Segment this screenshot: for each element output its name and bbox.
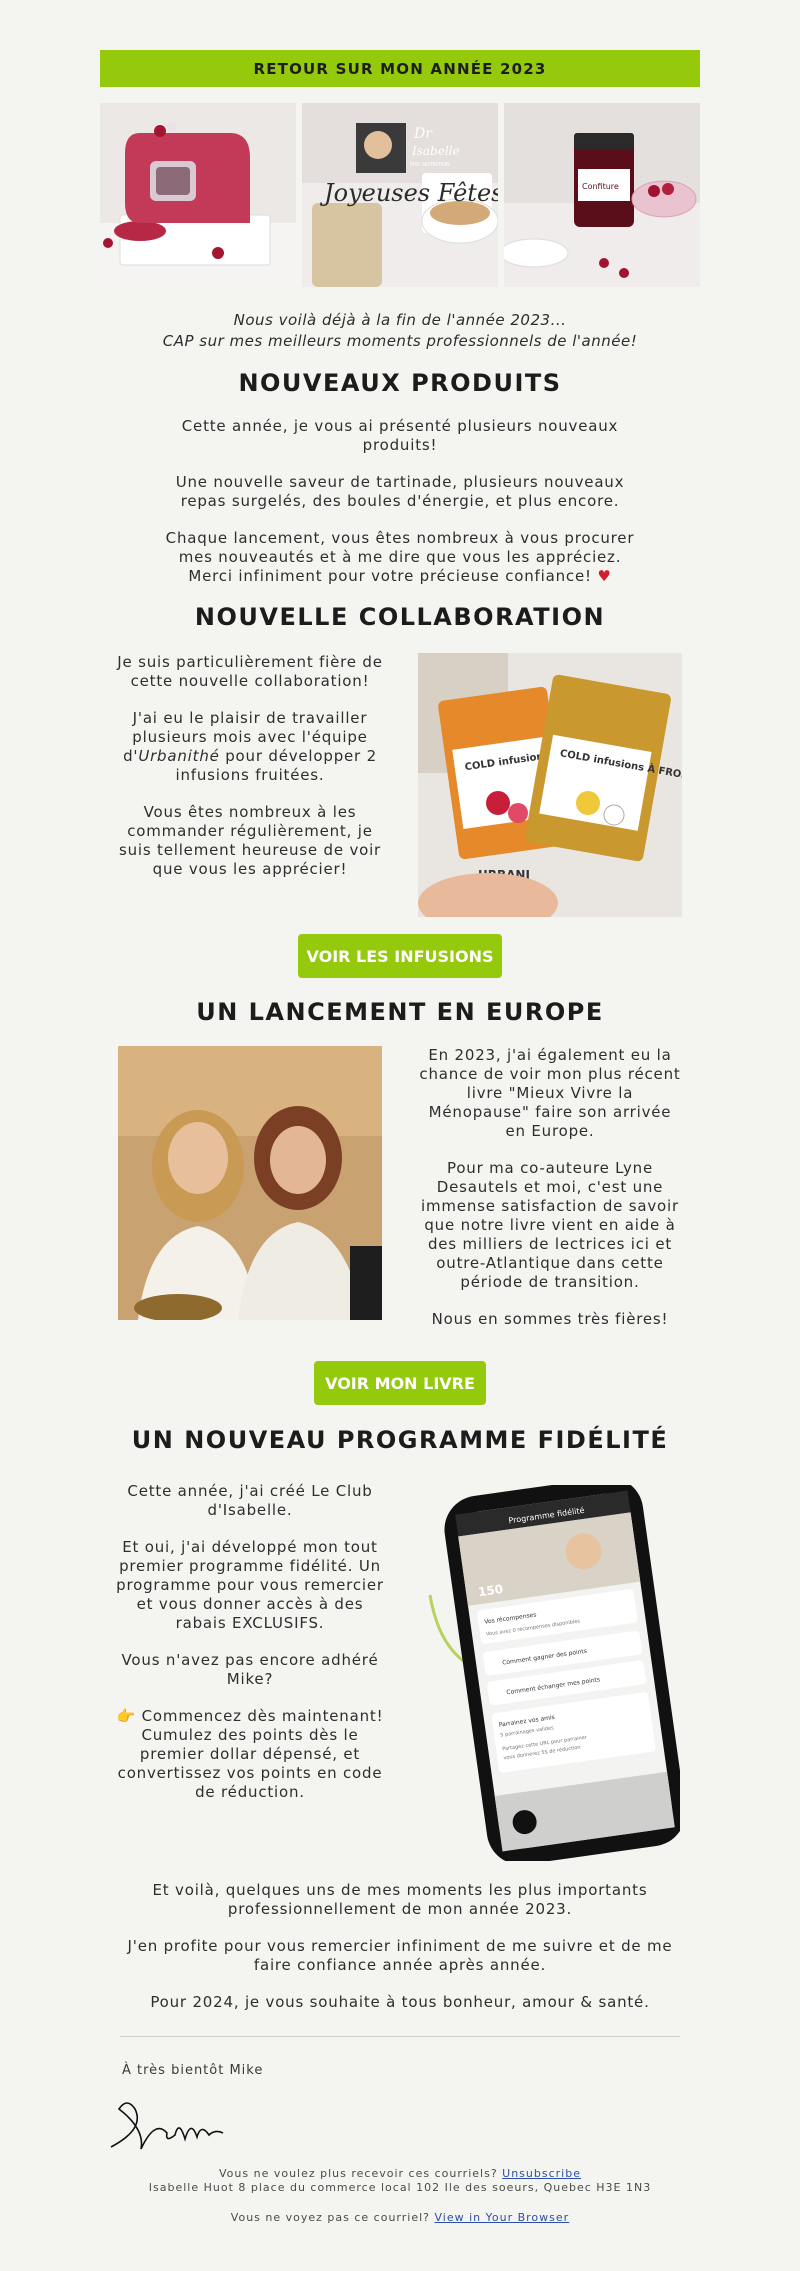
yule-log-illustration — [100, 103, 296, 287]
view-book-button[interactable]: VOIR MON LIVRE — [314, 1361, 486, 1405]
intro-line-2: CAP sur mes meilleurs moments profession… — [162, 332, 638, 350]
signoff: À très bientôt Mike — [122, 2063, 264, 2078]
products-paragraph-3-text: Chaque lancement, vous êtes nombreux à v… — [165, 529, 635, 585]
footer-browser-line: Vous ne voyez pas ce courriel? View in Y… — [0, 2211, 800, 2224]
collaboration-text: Je suis particulièrement fière de cette … — [115, 653, 385, 897]
loyalty-phone-mockup: Programme fidélité 150 Vos récompenses V… — [420, 1477, 686, 1865]
europe-paragraph-2: Pour ma co-auteure Lyne Desautels et moi… — [421, 1159, 679, 1291]
closing-text: Et voilà, quelques uns de mes moments le… — [118, 1881, 682, 2030]
collab-paragraph-2: J'ai eu le plaisir de travailler plusieu… — [115, 709, 385, 785]
products-paragraph-1: Cette année, je vous ai présenté plusieu… — [181, 417, 619, 454]
authors-illustration — [118, 1046, 382, 1320]
hero-greeting: Joyeuses Fêtes — [319, 179, 498, 207]
infusions-illustration: COLD infusions À FROID COLD infusions À … — [418, 653, 682, 917]
loyalty-paragraph-3: Vous n'avez pas encore adhéré Mike? — [121, 1651, 379, 1688]
hero-logo-dr: Dr — [413, 126, 433, 142]
signature — [105, 2089, 235, 2159]
loyalty-paragraph-1: Cette année, j'ai créé Le Club d'Isabell… — [127, 1482, 373, 1519]
products-text: Cette année, je vous ai présenté plusieu… — [155, 417, 645, 604]
signature-image — [110, 2102, 224, 2150]
footer-unsubscribe-line: Vous ne voulez plus recevoir ces courrie… — [0, 2167, 800, 2180]
urbanithe-name: Urbanithé — [138, 747, 220, 765]
authors-photo — [118, 1046, 382, 1320]
europe-paragraph-1: En 2023, j'ai également eu la chance de … — [419, 1046, 681, 1140]
jam-illustration: Confiture — [504, 103, 700, 287]
section-title-collaboration: NOUVELLE COLLABORATION — [194, 603, 606, 631]
loyalty-paragraph-2: Et oui, j'ai développé mon tout premier … — [116, 1538, 384, 1632]
banner-title: RETOUR SUR MON ANNÉE 2023 — [253, 59, 547, 78]
loyalty-paragraph-4: 👉 Commencez dès maintenant! Cumulez des … — [115, 1707, 385, 1802]
collab-paragraph-1: Je suis particulièrement fière de cette … — [117, 653, 383, 690]
section-title-loyalty: UN NOUVEAU PROGRAMME FIDÉLITÉ — [131, 1426, 669, 1454]
footer-address: Isabelle Huot 8 place du commerce local … — [148, 2181, 652, 2194]
pointing-hand-icon: 👉 — [116, 1707, 137, 1725]
products-paragraph-2: Une nouvelle saveur de tartinade, plusie… — [175, 473, 625, 510]
europe-text: En 2023, j'ai également eu la chance de … — [418, 1046, 682, 1347]
section-title-products: NOUVEAUX PRODUITS — [238, 369, 562, 397]
holiday-card-illustration: Dr Isabelle PHD NUTRITION Joyeuses Fêtes — [302, 103, 498, 287]
view-in-browser-link[interactable]: View in Your Browser — [435, 2211, 570, 2224]
closing-paragraph-1: Et voilà, quelques uns de mes moments le… — [152, 1881, 648, 1918]
year-review-banner: RETOUR SUR MON ANNÉE 2023 — [100, 50, 700, 87]
hero-logo-name: Isabelle — [411, 144, 460, 158]
divider — [120, 2036, 680, 2037]
view-infusions-button[interactable]: VOIR LES INFUSIONS — [298, 934, 502, 978]
europe-paragraph-3: Nous en sommes très fières! — [431, 1310, 669, 1328]
footer-browser-text: Vous ne voyez pas ce courriel? — [230, 2211, 435, 2224]
section-title-europe: UN LANCEMENT EN EUROPE — [196, 998, 604, 1026]
intro-line-1: Nous voilà déjà à la fin de l'année 2023… — [233, 311, 567, 329]
hero-jar-label: Confiture — [582, 182, 619, 191]
unsubscribe-link[interactable]: Unsubscribe — [502, 2167, 581, 2180]
hero-image-jam: Confiture — [504, 103, 700, 287]
footer-unsubscribe-text: Vous ne voulez plus recevoir ces courrie… — [219, 2167, 503, 2180]
hero-image-yule-log — [100, 103, 296, 287]
phone-illustration: Programme fidélité 150 Vos récompenses V… — [428, 1477, 686, 1865]
hero-logo-sub: PHD NUTRITION — [410, 162, 450, 168]
infusions-photo: COLD infusions À FROID COLD infusions À … — [418, 653, 682, 917]
collab-paragraph-3: Vous êtes nombreux à les commander régul… — [118, 803, 382, 878]
closing-paragraph-2: J'en profite pour vous remercier infinim… — [127, 1937, 673, 1974]
hero-image-holiday-card: Dr Isabelle PHD NUTRITION Joyeuses Fêtes — [302, 103, 498, 287]
heart-icon: ♥ — [597, 567, 612, 585]
loyalty-paragraph-4-text: Commencez dès maintenant! Cumulez des po… — [117, 1707, 384, 1801]
products-paragraph-3: Chaque lancement, vous êtes nombreux à v… — [155, 529, 645, 586]
intro-text: Nous voilà déjà à la fin de l'année 2023… — [100, 310, 700, 352]
closing-paragraph-3: Pour 2024, je vous souhaite à tous bonhe… — [150, 1993, 650, 2011]
loyalty-text: Cette année, j'ai créé Le Club d'Isabell… — [115, 1482, 385, 1820]
